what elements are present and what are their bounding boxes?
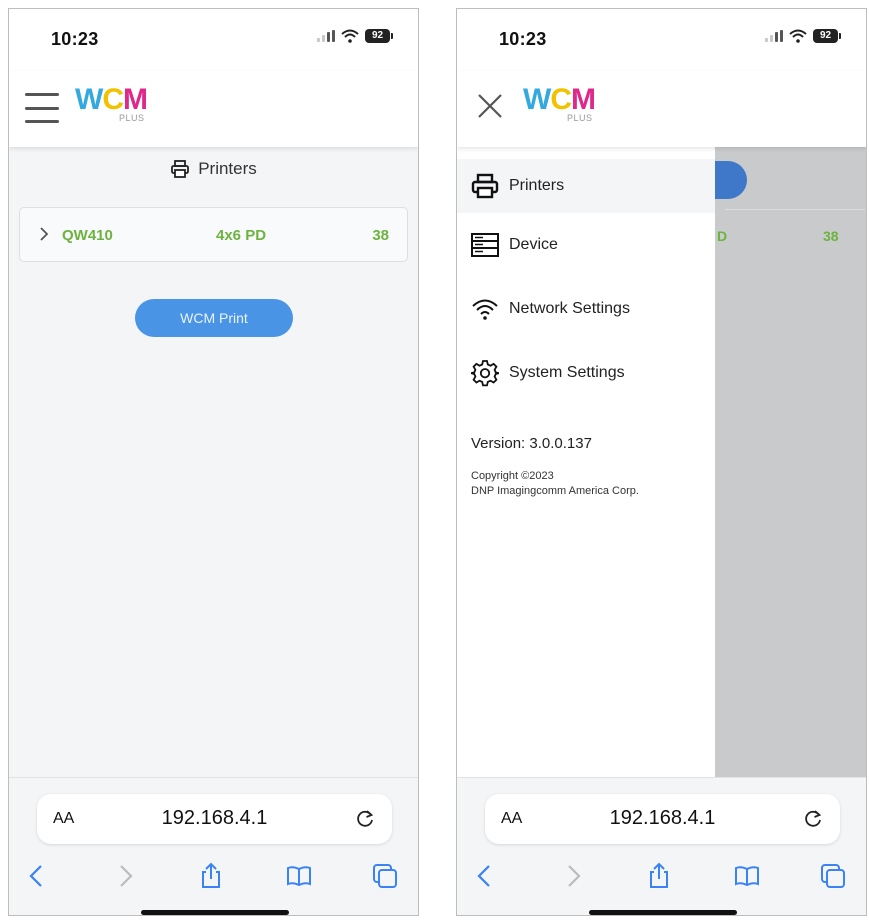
tabs-icon[interactable]	[819, 862, 847, 890]
navigation-drawer: Printers Device Network Settings System …	[457, 147, 715, 777]
printer-row[interactable]: QW410 4x6 PD 38	[19, 207, 408, 262]
menu-item-network-settings[interactable]: Network Settings	[471, 289, 630, 329]
copyright-notice: Copyright ©2023 DNP Imagingcomm America …	[471, 470, 639, 497]
wifi-icon	[341, 29, 359, 43]
battery-indicator: 92	[365, 29, 393, 43]
printer-icon	[171, 160, 190, 178]
menu-item-printers[interactable]: Printers	[457, 159, 715, 213]
phone-screen-printers: 10:23 92 WCM PLUS Printers QW410 4x6 PD …	[8, 8, 419, 916]
close-icon[interactable]	[475, 91, 505, 121]
menu-item-system-settings[interactable]: System Settings	[471, 353, 625, 393]
battery-indicator: 92	[813, 29, 841, 43]
printer-media-partial: D	[717, 228, 728, 244]
printer-name: QW410	[62, 227, 113, 244]
page-title: Printers	[9, 159, 418, 179]
reload-icon[interactable]	[354, 808, 376, 830]
back-icon[interactable]	[471, 862, 499, 890]
status-icons: 92	[765, 29, 841, 43]
cellular-signal-icon	[317, 30, 335, 42]
address-bar[interactable]: AA 192.168.4.1	[485, 794, 840, 844]
main-content: Printers QW410 4x6 PD 38 WCM Print	[9, 147, 418, 777]
browser-bottom-bar: AA 192.168.4.1	[457, 777, 866, 915]
gear-icon	[471, 360, 499, 387]
status-bar: 10:23 92	[457, 9, 866, 71]
server-icon	[471, 233, 499, 257]
app-header: WCM PLUS	[9, 71, 418, 147]
browser-bottom-bar: AA 192.168.4.1	[9, 777, 418, 915]
url-field[interactable]: 192.168.4.1	[485, 807, 840, 830]
wcm-plus-logo: WCM PLUS	[75, 83, 148, 123]
chevron-right-icon	[40, 227, 49, 241]
wcm-plus-logo: WCM PLUS	[523, 83, 596, 123]
url-field[interactable]: 192.168.4.1	[37, 807, 392, 830]
tabs-icon[interactable]	[371, 862, 399, 890]
wifi-icon	[789, 29, 807, 43]
wcm-print-button[interactable]: WCM Print	[135, 299, 293, 337]
back-icon[interactable]	[23, 862, 51, 890]
browser-toolbar	[9, 858, 418, 898]
home-indicator	[141, 910, 289, 915]
address-bar[interactable]: AA 192.168.4.1	[37, 794, 392, 844]
forward-icon[interactable]	[111, 862, 139, 890]
menu-item-device[interactable]: Device	[471, 225, 558, 265]
share-icon[interactable]	[197, 862, 225, 890]
dimmed-page-overlay[interactable]: D 38	[715, 147, 866, 777]
forward-icon[interactable]	[559, 862, 587, 890]
printer-icon	[471, 173, 499, 199]
wifi-icon	[472, 299, 498, 320]
printer-media: 4x6 PD	[216, 227, 267, 244]
bookmarks-icon[interactable]	[285, 862, 313, 890]
bookmarks-icon[interactable]	[733, 862, 761, 890]
hamburger-menu-icon[interactable]	[25, 93, 59, 123]
home-indicator	[589, 910, 737, 915]
browser-toolbar	[457, 858, 866, 898]
status-time: 10:23	[51, 29, 99, 49]
share-icon[interactable]	[645, 862, 673, 890]
printer-count: 38	[823, 228, 839, 244]
printer-count: 38	[372, 227, 389, 244]
app-version: Version: 3.0.0.137	[471, 435, 592, 452]
reload-icon[interactable]	[802, 808, 824, 830]
status-icons: 92	[317, 29, 393, 43]
phone-screen-menu-open: 10:23 92 WCM PLUS D 38 Printers Device N…	[456, 8, 867, 916]
status-bar: 10:23 92	[9, 9, 418, 71]
status-time: 10:23	[499, 29, 547, 49]
cellular-signal-icon	[765, 30, 783, 42]
app-header: WCM PLUS	[457, 71, 866, 147]
